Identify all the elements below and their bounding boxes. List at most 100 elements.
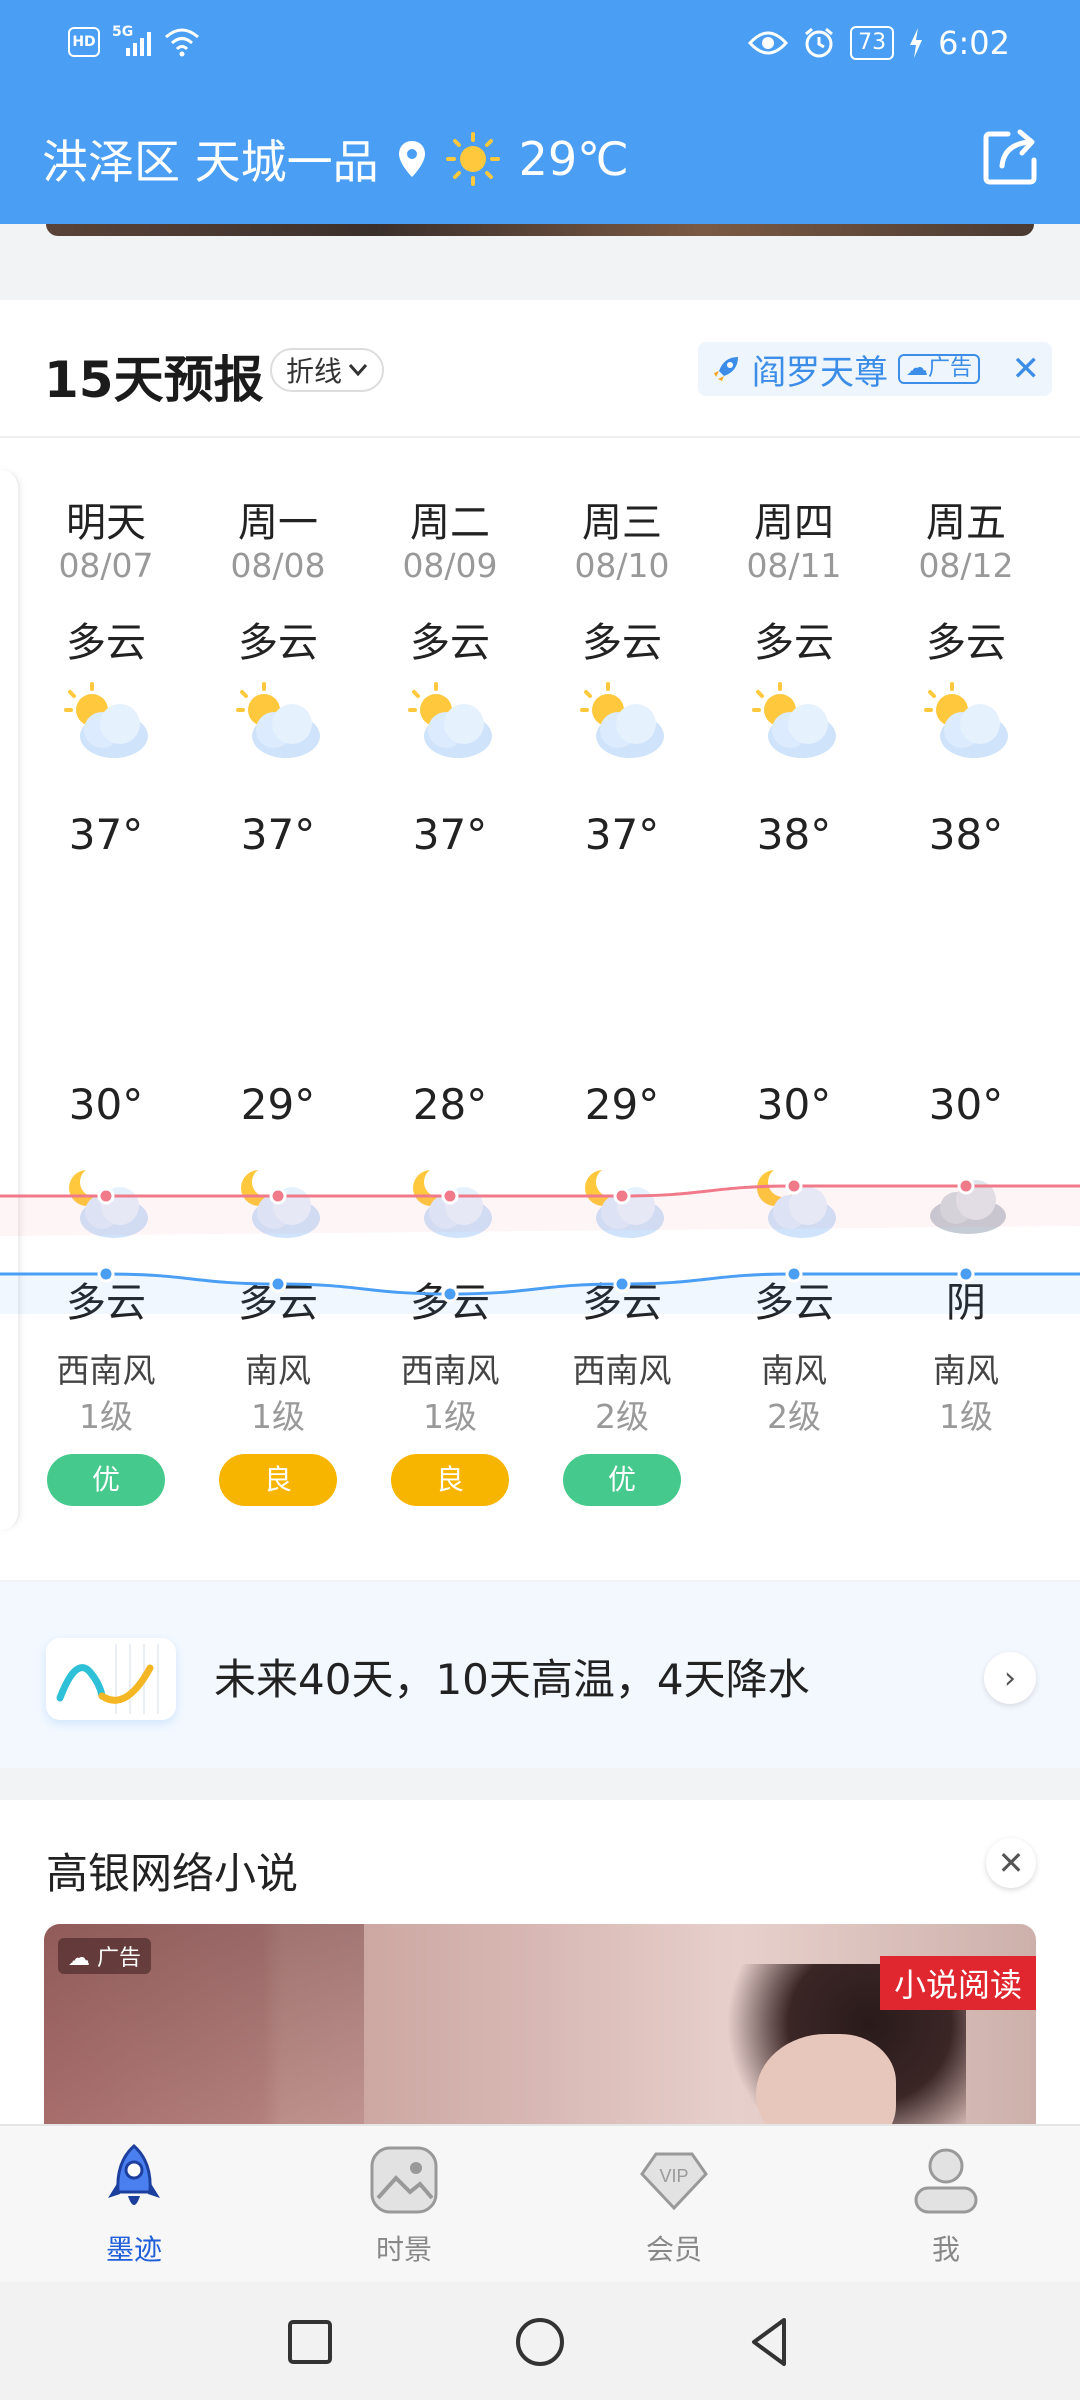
nav-label: 我 — [931, 2233, 960, 2266]
low-temperature: 28° — [412, 1080, 488, 1129]
nav-item-shijing[interactable]: 时景 — [304, 2140, 504, 2268]
ad-tag: ☁广告 — [898, 354, 981, 384]
low-temp-point — [613, 1275, 631, 1293]
app-header: HD 5G 73 6:02 洪泽区 天城一品 29℃ — [0, 0, 1080, 224]
wind-level: 1级 — [251, 1397, 305, 1436]
high-temp-band — [0, 1186, 1080, 1236]
forecast-day[interactable]: 周五 08/12 多云 — [880, 490, 1052, 766]
high-temperature: 38° — [756, 810, 832, 859]
wind-level: 1级 — [939, 1397, 993, 1436]
low-temperature: 30° — [68, 1080, 144, 1129]
close-icon[interactable]: ✕ — [986, 1838, 1036, 1888]
high-temp-point — [97, 1187, 115, 1205]
day-condition: 多云 — [582, 620, 662, 666]
high-temperature: 37° — [240, 810, 316, 859]
forecast-day[interactable]: 明天 08/07 多云 — [20, 490, 192, 766]
nav-item-moji[interactable]: 墨迹 — [34, 2140, 234, 2268]
wind-level: 2级 — [595, 1397, 649, 1436]
wind-level: 1级 — [79, 1397, 133, 1436]
share-icon[interactable] — [980, 126, 1042, 188]
aqi-badge[interactable]: 良 — [391, 1454, 509, 1506]
low-temp-point — [957, 1265, 975, 1283]
high-temp-point — [269, 1187, 287, 1205]
novel-ad-image[interactable]: ☁ 广告 小说阅读 — [44, 1924, 1036, 2144]
low-temp-point — [97, 1265, 115, 1283]
hd-icon: HD — [68, 27, 100, 57]
day-name: 明天 — [66, 500, 146, 546]
nav-label: 时景 — [375, 2233, 432, 2266]
day-date: 08/10 — [574, 546, 670, 585]
day-name: 周二 — [410, 500, 490, 546]
novel-title[interactable]: 高银网络小说 — [46, 1840, 298, 1901]
high-temperature: 37° — [584, 810, 660, 859]
day-condition: 多云 — [66, 620, 146, 666]
charging-icon — [910, 28, 923, 58]
forecast-day[interactable]: 周三 08/10 多云 — [536, 490, 708, 766]
day-date: 08/12 — [918, 546, 1014, 585]
trend-text: 未来40天，10天高温，4天降水 — [214, 1655, 810, 1704]
low-temperature: 29° — [584, 1080, 660, 1129]
day-date: 08/09 — [402, 546, 498, 585]
status-bar: HD 5G 73 6:02 — [0, 0, 1080, 94]
close-icon[interactable]: ✕ — [1012, 349, 1041, 389]
bottom-navigation: 墨迹 时景 VIP 会员 我 — [0, 2124, 1080, 2282]
sun-cloud-icon — [58, 680, 154, 766]
nav-item-me[interactable]: 我 — [846, 2140, 1046, 2268]
back-icon[interactable] — [740, 2312, 800, 2372]
nav-item-vip[interactable]: VIP 会员 — [574, 2140, 774, 2268]
high-temp-point — [613, 1187, 631, 1205]
rocket-small-icon — [714, 357, 738, 381]
day-name: 周三 — [582, 500, 662, 546]
banner-image-edge[interactable] — [46, 224, 1034, 236]
clock-time: 6:02 — [938, 24, 1010, 62]
chart-mode-label: 折线 — [286, 355, 343, 388]
nav-label: 会员 — [645, 2233, 702, 2266]
low-temp-point — [269, 1275, 287, 1293]
low-temperature: 29° — [240, 1080, 316, 1129]
system-navigation-bar — [0, 2282, 1080, 2400]
chevron-right-icon[interactable]: › — [984, 1652, 1036, 1704]
day-name: 周五 — [926, 500, 1006, 546]
day-condition: 多云 — [754, 620, 834, 666]
chevron-down-icon — [348, 364, 368, 377]
recent-apps-icon[interactable] — [280, 2312, 340, 2372]
low-temp-point — [785, 1265, 803, 1283]
forecast-day[interactable]: 周二 08/09 多云 — [364, 490, 536, 766]
high-temp-point — [441, 1187, 459, 1205]
forecast-day[interactable]: 周一 08/08 多云 — [192, 490, 364, 766]
chart-mode-dropdown[interactable]: 折线 — [270, 348, 385, 392]
svg-text:VIP: VIP — [659, 2166, 688, 2186]
day-condition: 多云 — [926, 620, 1006, 666]
ad-tag: ☁ 广告 — [58, 1938, 152, 1974]
ad-title[interactable]: 阎罗天尊 — [752, 345, 888, 394]
aqi-badge[interactable]: 优 — [563, 1454, 681, 1506]
temperature-curves — [0, 1177, 1080, 1314]
user-icon — [914, 2148, 978, 2214]
vip-icon: VIP — [640, 2152, 708, 2211]
novel-ad-card[interactable]: 高银网络小说 ✕ ☁ 广告 小说阅读 — [0, 1800, 1080, 2144]
day-name: 周一 — [238, 500, 318, 546]
sun-cloud-icon — [402, 680, 498, 766]
aqi-badge[interactable]: 良 — [219, 1454, 337, 1506]
day-date: 08/11 — [746, 546, 842, 585]
home-icon[interactable] — [510, 2312, 570, 2372]
day-condition: 多云 — [238, 620, 318, 666]
location-pin-icon[interactable] — [397, 139, 427, 179]
rocket-icon — [108, 2143, 160, 2205]
alarm-icon — [805, 27, 834, 58]
location-name[interactable]: 洪泽区 天城一品 — [42, 126, 379, 192]
signal-icon: 5G — [112, 24, 152, 58]
day-name: 周四 — [754, 500, 834, 546]
ad-chip[interactable]: 阎罗天尊 ☁广告 ✕ — [698, 342, 1052, 396]
forecast-title: 15天预报 — [44, 351, 264, 409]
aqi-badge[interactable]: 优 — [47, 1454, 165, 1506]
forecast-card: 15天预报 折线 阎罗天尊 ☁广告 ✕ 明天 08/07 多云 37° 30° … — [0, 300, 1080, 1580]
day-date: 08/07 — [58, 546, 154, 585]
high-temperature: 37° — [412, 810, 488, 859]
forecast-day[interactable]: 周四 08/11 多云 — [708, 490, 880, 766]
high-temperature: 38° — [928, 810, 1004, 859]
high-temperature: 37° — [68, 810, 144, 859]
long-term-trend[interactable]: 未来40天，10天高温，4天降水 › — [0, 1582, 1080, 1768]
sun-cloud-icon — [918, 680, 1014, 766]
novel-label: 小说阅读 — [879, 1956, 1036, 2010]
